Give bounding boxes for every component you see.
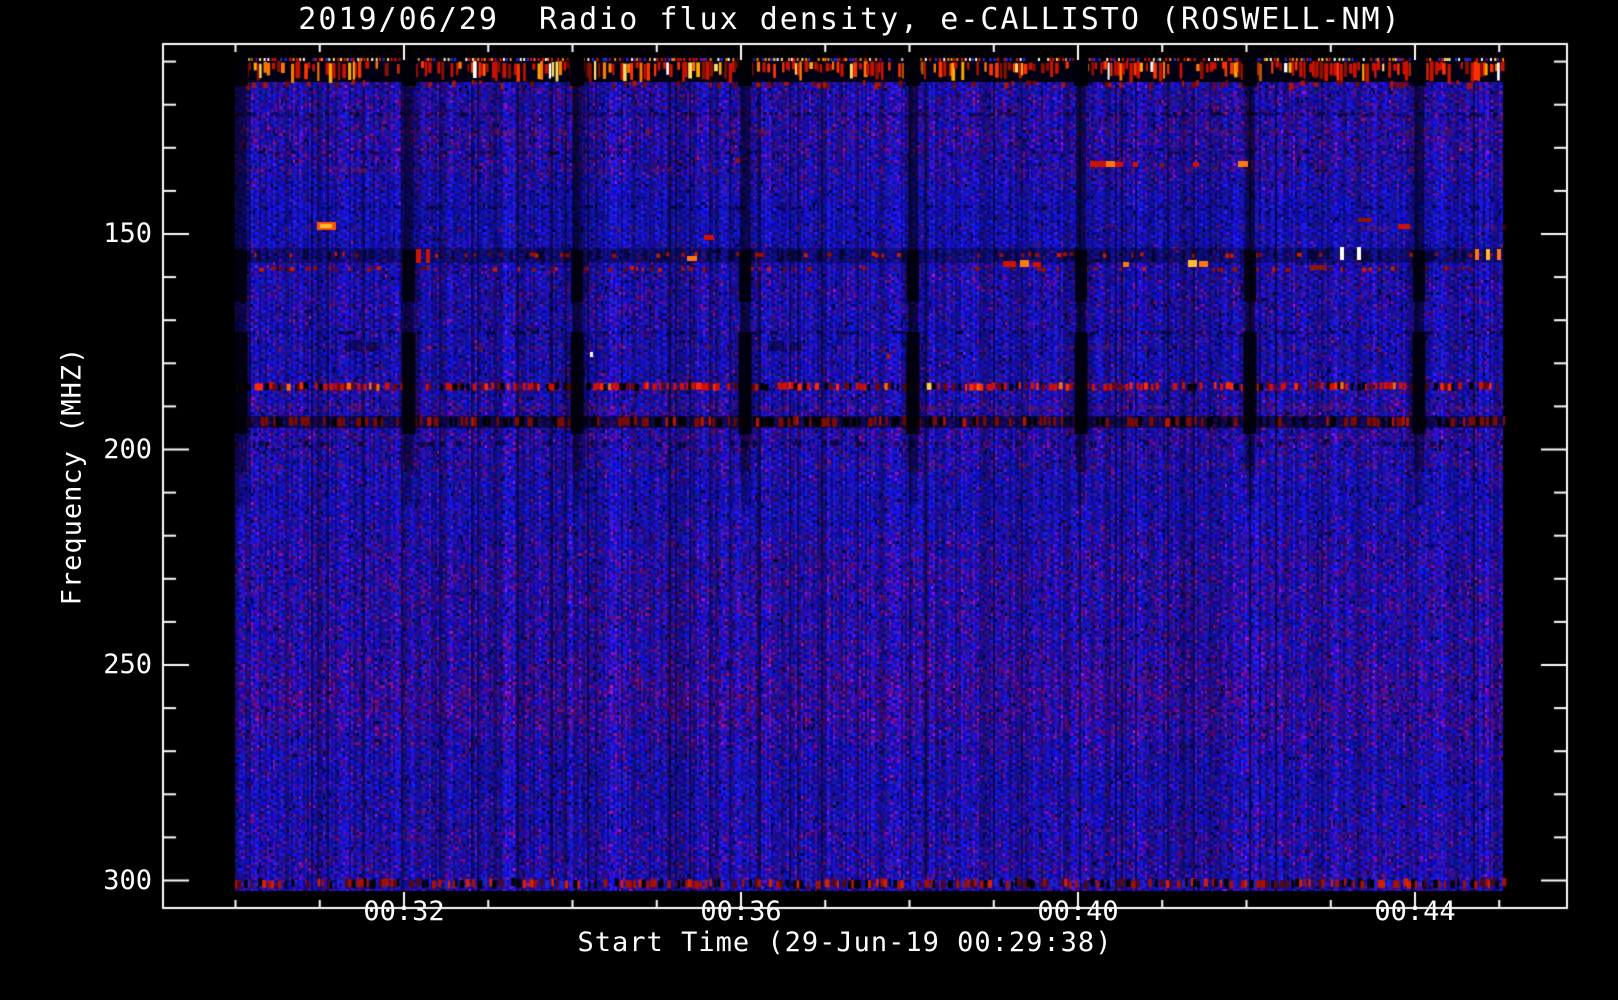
- chart-title: 2019/06/29 Radio flux density, e-CALLIST…: [298, 2, 1402, 37]
- spectrogram-canvas: [0, 0, 1618, 1000]
- x-axis-title: Start Time (29-Jun-19 00:29:38): [577, 927, 1113, 958]
- y-tick-label: 150: [103, 218, 152, 249]
- y-axis-title: Frequency (MHZ): [56, 346, 88, 606]
- y-tick-label: 300: [103, 865, 152, 896]
- x-tick-label: 00:36: [700, 896, 782, 927]
- x-tick-label: 00:40: [1037, 896, 1119, 927]
- x-tick-label: 00:32: [363, 896, 445, 927]
- x-tick-label: 00:44: [1374, 896, 1456, 927]
- y-tick-label: 200: [103, 434, 152, 465]
- y-tick-label: 250: [103, 649, 152, 680]
- spectrogram-figure: 2019/06/29 Radio flux density, e-CALLIST…: [0, 0, 1618, 1000]
